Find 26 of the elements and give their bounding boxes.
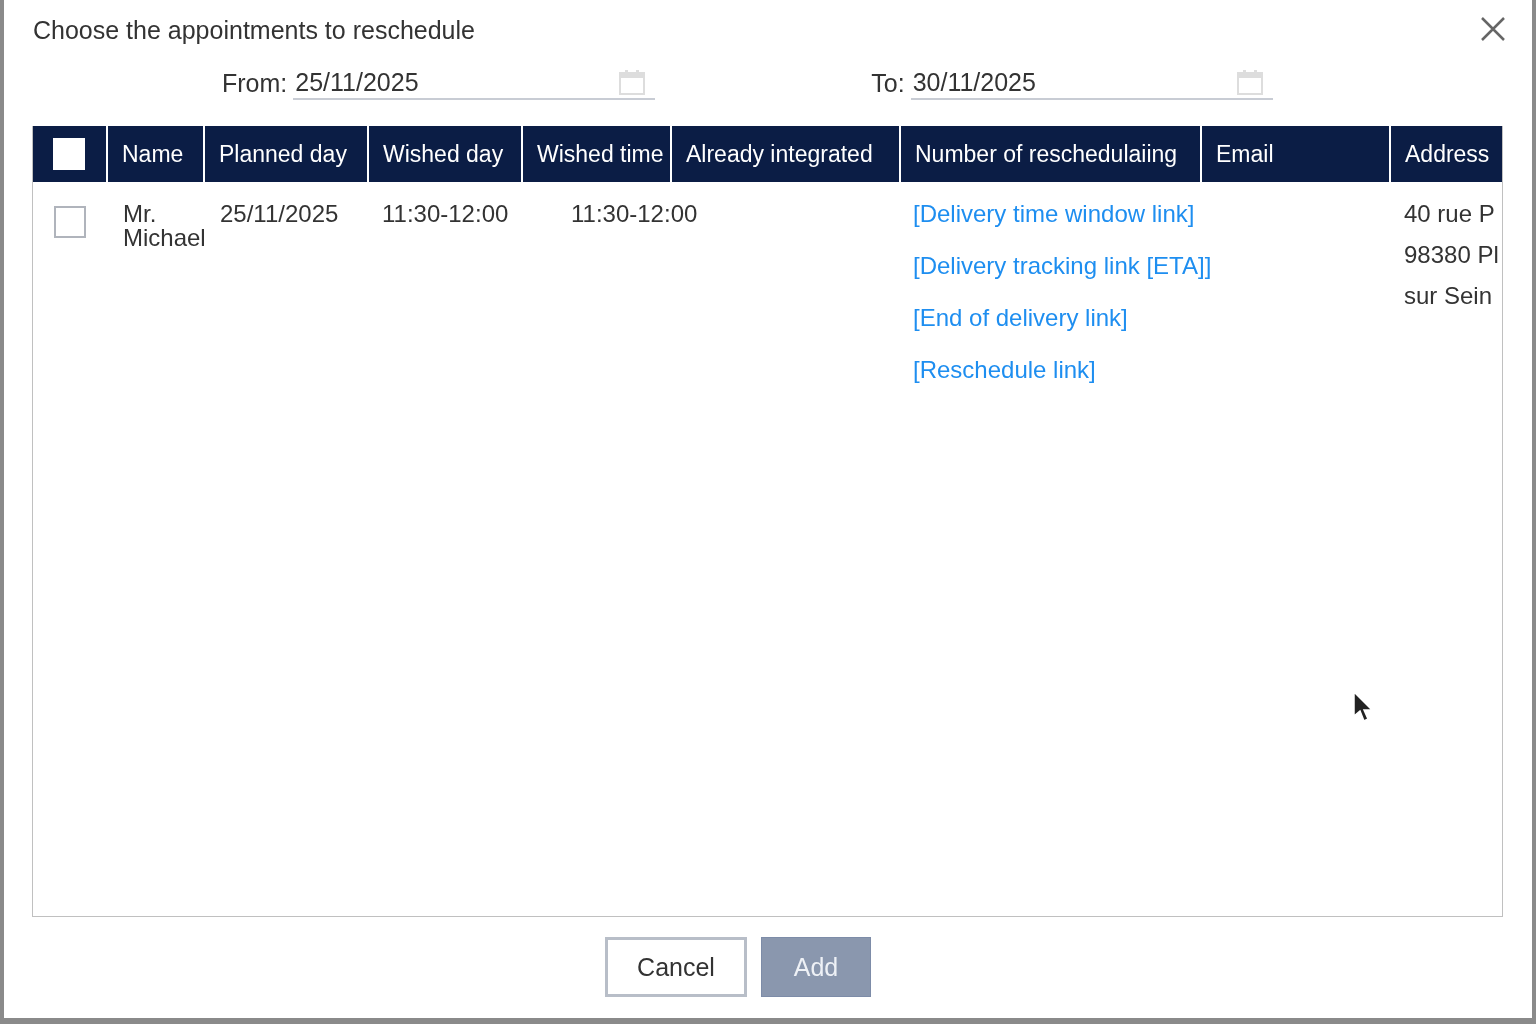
row-checkbox[interactable] [54, 206, 86, 238]
column-header[interactable]: Email [1202, 126, 1389, 182]
column-header[interactable]: Number of reschedulaiing [901, 126, 1200, 182]
cancel-button[interactable]: Cancel [605, 937, 747, 997]
date-field[interactable]: 30/11/2025 [910, 66, 1273, 100]
table-cell-text: Mr. Michael [123, 202, 207, 250]
close-icon[interactable] [1480, 16, 1506, 42]
calendar-icon[interactable] [1236, 69, 1263, 95]
column-header[interactable]: Wished day [369, 126, 521, 182]
address-line: sur Sein [1404, 284, 1494, 308]
address-line: 98380 Pl [1404, 243, 1500, 267]
column-header[interactable]: Address [1391, 126, 1502, 182]
table-cell: 11:30-12:00 [571, 200, 698, 227]
select-all-checkbox[interactable] [53, 138, 85, 170]
column-header[interactable]: Planned day [205, 126, 367, 182]
table-cell: 25/11/2025 [220, 200, 339, 227]
calendar-icon[interactable] [619, 69, 646, 95]
date-label: To: [871, 68, 905, 98]
address-line: 40 rue P [1404, 202, 1496, 226]
dialog-title: Choose the appointments to reschedule [33, 16, 475, 46]
column-header[interactable]: Already integrated [672, 126, 899, 182]
date-field[interactable]: 25/11/2025 [293, 66, 656, 100]
table-cell: 11:30-12:00 [382, 200, 509, 227]
column-header[interactable]: Wished time [523, 126, 670, 182]
column-header[interactable]: Name [108, 126, 203, 182]
date-label: From: [222, 68, 288, 98]
